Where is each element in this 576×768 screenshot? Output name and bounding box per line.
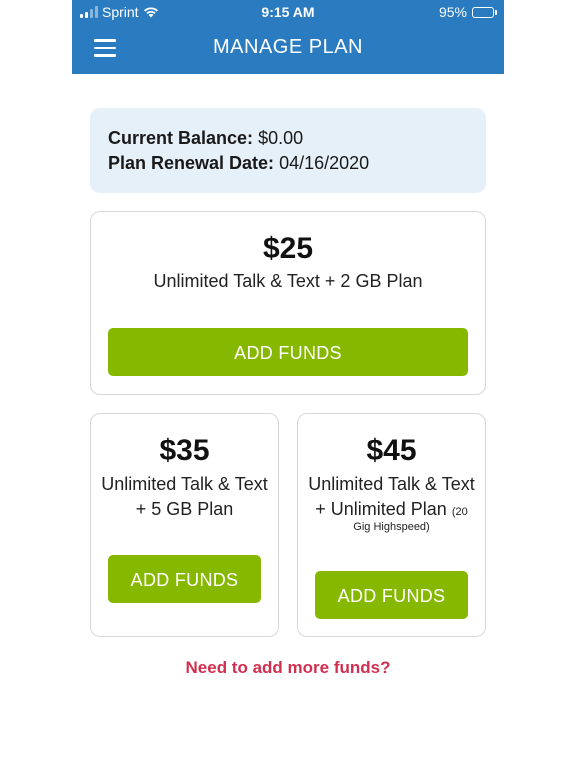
plan-note: Gig Highspeed) [353,521,430,533]
battery-icon [472,6,497,18]
current-balance-label: Current Balance: [108,128,254,148]
plan-description: Unlimited Talk & Text + Unlimited Plan (… [300,472,483,525]
plan-description: Unlimited Talk & Text + 2 GB Plan [153,271,423,291]
plan-price: $35 [159,434,210,467]
battery-percent: 95% [438,4,467,20]
plan-card-35: $35 Unlimited Talk & Text + 5 GB Plan AD… [90,413,279,637]
plan-description-line1: Unlimited Talk & Text [101,474,268,494]
plan-card-25: $25 Unlimited Talk & Text + 2 GB Plan AD… [90,211,486,395]
manage-plan-screen: Sprint 9:15 AM 95% MANAGE PLAN Current B… [0,0,576,768]
renewal-date-label: Plan Renewal Date: [108,153,275,173]
status-bar: Sprint 9:15 AM 95% [72,0,504,24]
plan-description-line2-text: + Unlimited Plan [315,499,447,519]
plan-card-45: $45 Unlimited Talk & Text + Unlimited Pl… [297,413,486,637]
add-more-funds-link[interactable]: Need to add more funds? [72,658,504,678]
plan-description: Unlimited Talk & Text + 5 GB Plan [95,472,274,522]
add-funds-button-25[interactable]: ADD FUNDS [108,328,468,376]
add-funds-button-45[interactable]: ADD FUNDS [315,571,468,619]
plan-description-small: (20 [451,506,468,518]
plan-price: $25 [262,232,314,265]
top-bar: Sprint 9:15 AM 95% MANAGE PLAN [72,0,504,74]
renewal-date-row: Plan Renewal Date: 04/16/2020 [108,151,468,176]
plan-price: $45 [366,434,417,467]
app-header: MANAGE PLAN [72,24,504,74]
plan-description-line2: + 5 GB Plan [135,499,234,519]
renewal-date-value: 04/16/2020 [279,153,370,173]
status-right: 95% [438,4,497,20]
plan-description-line1: Unlimited Talk & Text [308,474,475,494]
current-balance-row: Current Balance: $0.00 [108,126,468,151]
add-funds-button-35[interactable]: ADD FUNDS [108,555,261,603]
current-balance-value: $0.00 [258,128,304,148]
balance-summary: Current Balance: $0.00 Plan Renewal Date… [90,108,486,193]
page-title: MANAGE PLAN [213,36,363,58]
